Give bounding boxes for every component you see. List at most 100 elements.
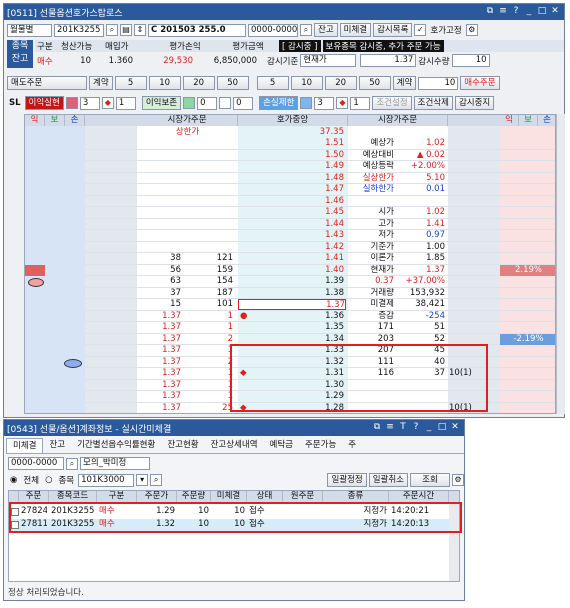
watching-status[interactable]: [ 감시중 ] [279, 40, 321, 52]
minimize-icon[interactable]: _ [523, 6, 535, 18]
buy-qty-unit-button[interactable]: 계약 [392, 76, 417, 90]
close-icon[interactable]: ✕ [449, 422, 461, 434]
settings-icon[interactable]: ⚙ [452, 474, 464, 486]
grid-scrollbar[interactable] [556, 114, 565, 414]
sub-account-select[interactable]: 0000-0000 [8, 457, 64, 470]
tab-7[interactable]: 주 [342, 438, 362, 453]
tab-5[interactable]: 예탁금 [264, 438, 299, 453]
tr-ticks[interactable]: 0 [197, 96, 218, 110]
price-cell[interactable]: 1.45 [238, 207, 344, 218]
dropdown-icon[interactable]: ▾ [136, 474, 149, 486]
maximize-icon[interactable]: □ [536, 6, 548, 18]
tab-4[interactable]: 잔고상세내역 [205, 438, 264, 453]
watch-qty-input[interactable]: 10 [451, 54, 490, 67]
account-select[interactable]: 0000-0000 [248, 23, 298, 37]
tp-count[interactable]: 1 [115, 96, 136, 110]
price-cell[interactable]: 1.44 [238, 219, 344, 230]
pin-icon[interactable]: ≡ [384, 422, 396, 434]
help-icon[interactable]: ? [510, 6, 522, 18]
sell-qty-unit-button[interactable]: 계약 [89, 76, 113, 90]
link-icon[interactable]: ⧉ [484, 6, 496, 18]
price-cell[interactable]: 1.51 [238, 138, 344, 149]
fixed-label: 호가고정 [430, 26, 462, 36]
tab-2[interactable]: 기간별선옵수익률현황 [71, 438, 161, 453]
tr-count[interactable]: 0 [233, 96, 254, 110]
price-cell[interactable]: 1.37 [238, 299, 346, 310]
code-input[interactable]: 201K3255 [54, 23, 104, 37]
tab-balance[interactable]: 잔고 [7, 53, 33, 66]
tp-ticks[interactable]: 3 [79, 96, 100, 110]
price-cell[interactable]: 1.40 [238, 265, 344, 276]
tp-ellipse-icon[interactable] [28, 278, 44, 287]
price-cell[interactable]: 1.36 [238, 311, 344, 322]
preset-5-left[interactable]: 5 [114, 76, 147, 90]
price-cell[interactable]: 1.50 [238, 150, 344, 161]
take-profit-button[interactable]: 이익실현 [24, 96, 64, 110]
condition-set-button[interactable]: 조건설정 [372, 96, 412, 110]
minimize-icon[interactable]: _ [423, 422, 435, 434]
preset-5[interactable]: 5 [256, 76, 289, 90]
sell-order-button[interactable]: 매도주문 [7, 76, 87, 90]
preset-10-left[interactable]: 10 [148, 76, 181, 90]
condition-delete-button[interactable]: 조건삭제 [413, 96, 453, 110]
preset-10[interactable]: 10 [290, 76, 323, 90]
sl-ticks[interactable]: 3 [314, 96, 335, 110]
watchlist-button[interactable]: 감시목록 [373, 23, 413, 37]
tab-1[interactable]: 잔고 [43, 438, 71, 453]
price-cell[interactable]: 1.43 [238, 230, 344, 241]
preset-50[interactable]: 50 [358, 76, 391, 90]
trailing-button[interactable]: 이익보존 [141, 96, 182, 110]
preset-20-left[interactable]: 20 [182, 76, 215, 90]
fixed-checkbox[interactable]: ✓ [414, 24, 427, 36]
account-search-icon[interactable]: ⌕ [66, 457, 78, 470]
price-basis-select[interactable]: 현재가 [300, 54, 357, 67]
maximize-icon[interactable]: □ [436, 422, 448, 434]
unfilled-button[interactable]: 미체결 [339, 23, 372, 37]
price-cell[interactable]: 1.47 [238, 184, 344, 195]
tab-0[interactable]: 미체결 [6, 438, 44, 453]
preset-50-left[interactable]: 50 [216, 76, 249, 90]
sl-ellipse-icon[interactable] [64, 358, 82, 368]
radio-item[interactable]: ○ [43, 475, 54, 485]
info-value: 1.41 [426, 218, 445, 229]
bulk-cancel-button[interactable]: 일괄취소 [368, 473, 408, 487]
price-cell[interactable]: 1.35 [238, 322, 344, 333]
sl-count[interactable]: 1 [350, 96, 371, 110]
price-cell[interactable]: 1.39 [238, 276, 344, 287]
help-icon[interactable]: ? [410, 422, 422, 434]
order-qty-input[interactable]: 10 [418, 76, 459, 90]
search-icon[interactable]: ⌕ [106, 24, 118, 36]
radio-all[interactable]: ◉ [8, 475, 19, 485]
spinner-icon[interactable]: ⇕ [134, 24, 146, 36]
price-basis-value[interactable]: 1.37 [360, 54, 417, 67]
month-select[interactable]: 월물별 [7, 23, 52, 37]
preset-20[interactable]: 20 [324, 76, 357, 90]
text-icon[interactable]: T [397, 422, 409, 434]
filter-code-input[interactable]: 101K3000 [78, 473, 135, 487]
query-button[interactable]: 조회 [410, 473, 450, 487]
link-icon[interactable]: ⧉ [371, 422, 383, 434]
price-cell[interactable]: 1.38 [238, 288, 344, 299]
price-cell[interactable]: 1.49 [238, 161, 344, 172]
settings-icon[interactable]: ⚙ [465, 24, 478, 36]
tab-6[interactable]: 주문가능 [299, 438, 342, 453]
option-board-icon[interactable]: ▤ [120, 24, 132, 36]
stop-loss-button[interactable]: 손실제한 [259, 96, 299, 110]
stop-watch-button[interactable]: 감시중지 [454, 96, 495, 110]
price-cell[interactable]: 1.34 [238, 334, 344, 345]
buy-order-button[interactable]: 매수주문 [460, 76, 500, 90]
account-search-icon[interactable]: ⌕ [300, 24, 312, 36]
price-cell[interactable]: 1.41 [238, 253, 344, 264]
select-all-checkbox[interactable] [9, 491, 19, 502]
filter-search-icon[interactable]: ⌕ [150, 474, 163, 486]
tp-marker[interactable] [25, 264, 45, 276]
price-cell[interactable]: 1.48 [238, 173, 344, 184]
tab-3[interactable]: 잔고현황 [161, 438, 204, 453]
price-cell[interactable]: 1.46 [238, 196, 344, 207]
tab-item[interactable]: 종목 [7, 40, 33, 53]
price-cell[interactable]: 1.42 [238, 242, 344, 253]
pin-icon[interactable]: ≡ [497, 6, 509, 18]
balance-button[interactable]: 잔고 [314, 23, 338, 37]
bulk-modify-button[interactable]: 일괄정정 [327, 473, 367, 487]
close-icon[interactable]: ✕ [549, 6, 561, 18]
